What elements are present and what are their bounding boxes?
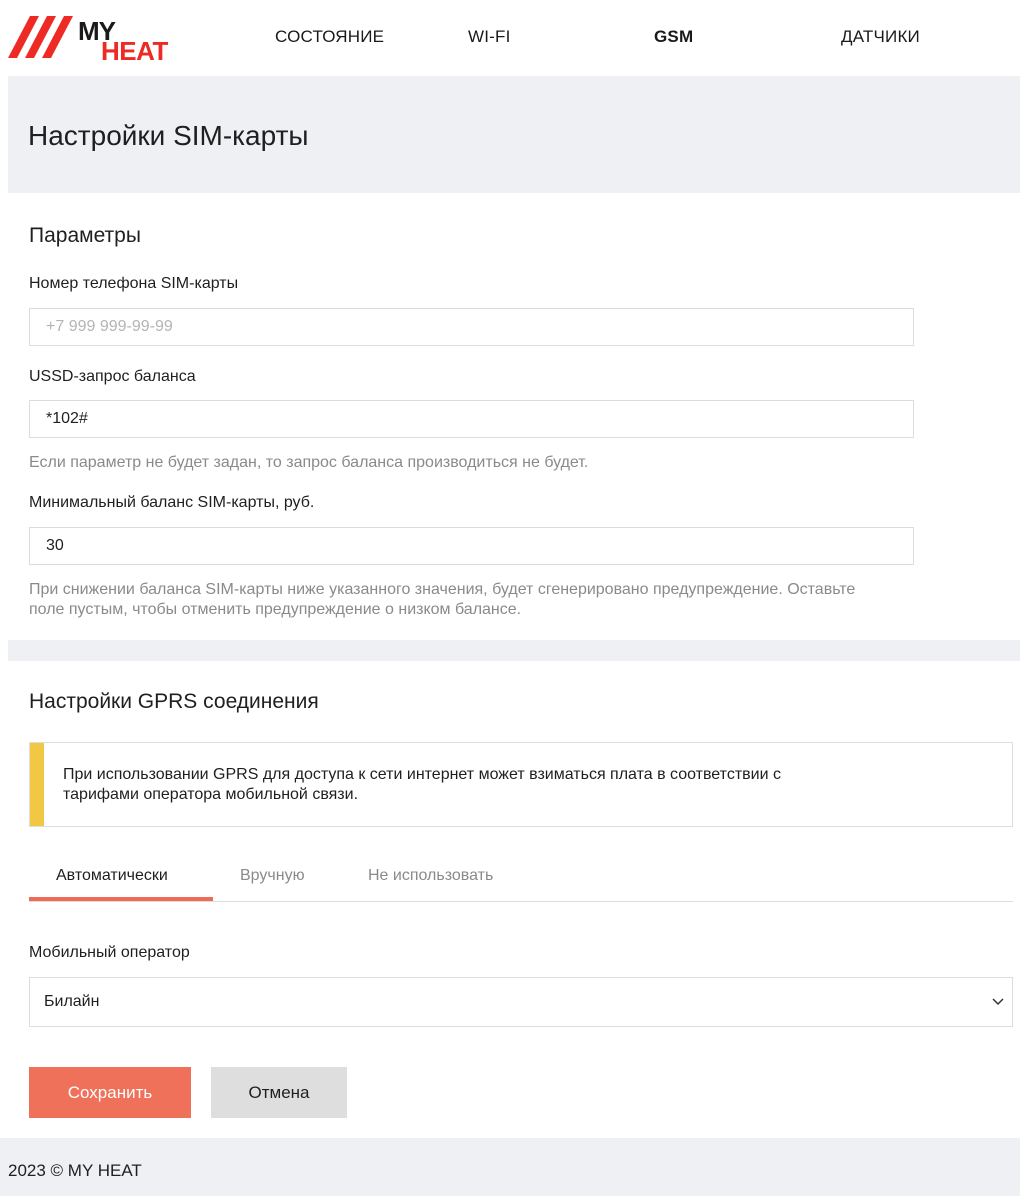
tab-automatic[interactable]: Автоматически xyxy=(56,867,168,885)
nav-item-status[interactable]: СОСТОЯНИЕ xyxy=(275,27,384,47)
page-footer: 2023 © MY HEAT xyxy=(0,1138,1020,1196)
min-balance-input[interactable] xyxy=(29,527,914,565)
footer-copyright: 2023 © MY HEAT xyxy=(8,1161,142,1180)
tab-disabled[interactable]: Не использовать xyxy=(368,867,493,885)
phone-label: Номер телефона SIM-карты xyxy=(29,275,239,292)
nav-item-sensors[interactable]: ДАТЧИКИ xyxy=(841,27,920,47)
params-section-title: Параметры xyxy=(29,224,141,247)
gprs-warning-line2: тарифами оператора мобильной связи. xyxy=(63,786,359,803)
min-balance-hint-line2: поле пустым, чтобы отменить предупрежден… xyxy=(29,601,522,618)
gprs-warning-box: При использовании GPRS для доступа к сет… xyxy=(29,742,1013,827)
tab-manual[interactable]: Вручную xyxy=(240,867,305,885)
myheat-logo[interactable]: MY HEAT xyxy=(8,12,173,62)
gprs-section-title: Настройки GPRS соединения xyxy=(29,690,319,713)
save-button[interactable]: Сохранить xyxy=(29,1067,191,1118)
phone-input[interactable] xyxy=(29,308,914,346)
top-header: MY HEAT СОСТОЯНИЕ WI-FI GSM ДАТЧИКИ xyxy=(0,0,1020,76)
operator-selected-value: Билайн xyxy=(44,993,100,1010)
section-separator xyxy=(8,640,1020,661)
min-balance-hint: При снижении баланса SIM-карты ниже указ… xyxy=(29,580,855,620)
chevron-down-icon xyxy=(992,998,1004,1006)
min-balance-label: Минимальный баланс SIM-карты, руб. xyxy=(29,494,315,511)
ussd-label: USSD-запрос баланса xyxy=(29,368,196,385)
svg-text:HEAT: HEAT xyxy=(101,36,168,62)
active-tab-underline xyxy=(29,897,213,901)
nav-item-gsm[interactable]: GSM xyxy=(654,27,693,47)
page-title: Настройки SIM-карты xyxy=(28,120,309,151)
cancel-button[interactable]: Отмена xyxy=(211,1067,347,1118)
nav-item-wifi[interactable]: WI-FI xyxy=(468,27,511,47)
gprs-warning-line1: При использовании GPRS для доступа к сет… xyxy=(63,766,781,783)
ussd-hint: Если параметр не будет задан, то запрос … xyxy=(29,454,589,471)
page-title-band: Настройки SIM-карты xyxy=(8,76,1020,193)
min-balance-hint-line1: При снижении баланса SIM-карты ниже указ… xyxy=(29,581,856,598)
operator-select[interactable]: Билайн xyxy=(29,977,1013,1027)
gprs-mode-tabs: Автоматически Вручную Не использовать xyxy=(29,860,1013,902)
operator-label: Мобильный оператор xyxy=(29,944,190,961)
warning-accent-bar xyxy=(30,743,44,826)
ussd-input[interactable] xyxy=(29,400,914,438)
gprs-warning-text: При использовании GPRS для доступа к сет… xyxy=(63,765,963,805)
